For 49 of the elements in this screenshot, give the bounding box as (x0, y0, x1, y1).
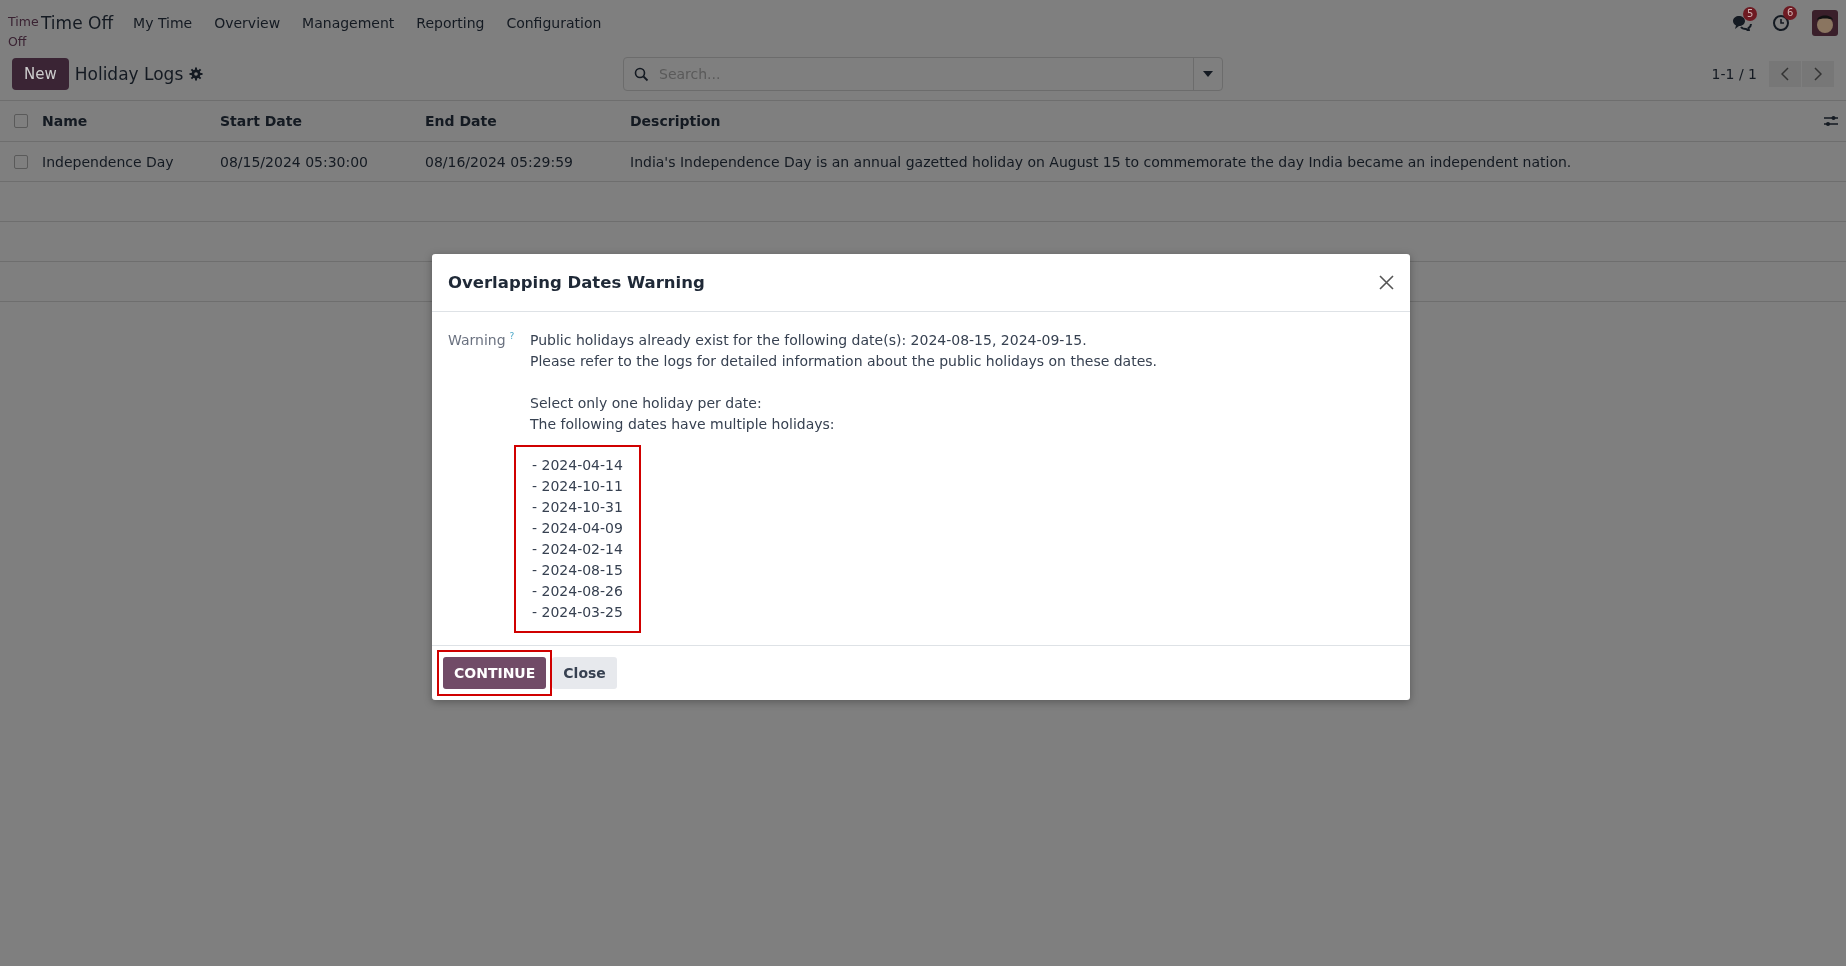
chevron-left-icon (1781, 67, 1789, 81)
help-tooltip[interactable]: ? (509, 330, 515, 342)
menu-item[interactable]: Configuration (506, 15, 602, 31)
gear-icon[interactable] (189, 67, 204, 81)
new-button[interactable]: New (12, 58, 69, 90)
table-cell-text: 08/16/2024 05:29:59 (425, 153, 575, 170)
app-name[interactable]: Time Off (41, 13, 114, 33)
continue-button[interactable]: CONTINUE (443, 657, 547, 689)
date-item: - 2024-10-31 (532, 498, 623, 517)
avatar-icon[interactable] (1812, 10, 1838, 36)
close-button[interactable]: Close (552, 657, 617, 689)
date-item: - 2024-08-15 (532, 561, 623, 580)
sliders-icon[interactable] (1824, 115, 1838, 127)
clock-icon[interactable] (1772, 14, 1790, 32)
chevron-right-icon (1814, 67, 1822, 81)
column-header[interactable]: Name (42, 113, 220, 129)
caret-icon (1203, 71, 1213, 77)
warning-text: Select only one holiday per date: (530, 394, 762, 413)
date-item: - 2024-10-11 (532, 477, 623, 496)
notification-badge: 5 (1743, 7, 1758, 21)
warning-text: Please refer to the logs for detailed information about the public holidays on these dates. (530, 352, 1158, 371)
logo-alt-text[interactable]: Time Off (8, 12, 41, 52)
menu-item[interactable]: My Time (133, 15, 193, 31)
dialog-title: Overlapping Dates Warning (448, 273, 705, 292)
warning-text: Public holidays already exist for the following date(s): 2024-08-15, 2024-09-15. (530, 331, 1087, 350)
date-item: - 2024-03-25 (532, 603, 623, 622)
column-header[interactable]: Start Date (220, 113, 425, 129)
close-icon[interactable] (1379, 275, 1394, 290)
date-item: - 2024-08-26 (532, 582, 623, 601)
warning-text: The following dates have multiple holidays: (530, 415, 835, 434)
menu-item[interactable]: Overview (214, 15, 281, 31)
table-cell-text: Independence Day (42, 153, 175, 170)
row-checkbox[interactable] (14, 154, 28, 169)
date-item: - 2024-04-14 (532, 456, 623, 475)
column-header[interactable]: Description (630, 113, 1816, 129)
pager-value: 1-1 / 1 (1711, 66, 1757, 82)
menu-item[interactable]: Management (302, 15, 395, 31)
date-item: - 2024-02-14 (532, 540, 623, 559)
field-label: Warning (448, 331, 506, 350)
search-icon (634, 66, 649, 82)
notification-badge: 6 (1783, 6, 1798, 20)
column-header[interactable]: End Date (425, 113, 630, 129)
table-cell-text: 08/15/2024 05:30:00 (220, 153, 370, 170)
menu-item[interactable]: Reporting (416, 15, 485, 31)
select-all-checkbox[interactable] (14, 114, 28, 128)
table-cell-text: India's Independence Day is an annual gazetted holiday on August 15 to commemorate the day India became an independent nation. (630, 153, 1573, 170)
date-item: - 2024-04-09 (532, 519, 623, 538)
chat-icon[interactable] (1732, 15, 1752, 31)
breadcrumb-title: Holiday Logs (74, 64, 184, 84)
